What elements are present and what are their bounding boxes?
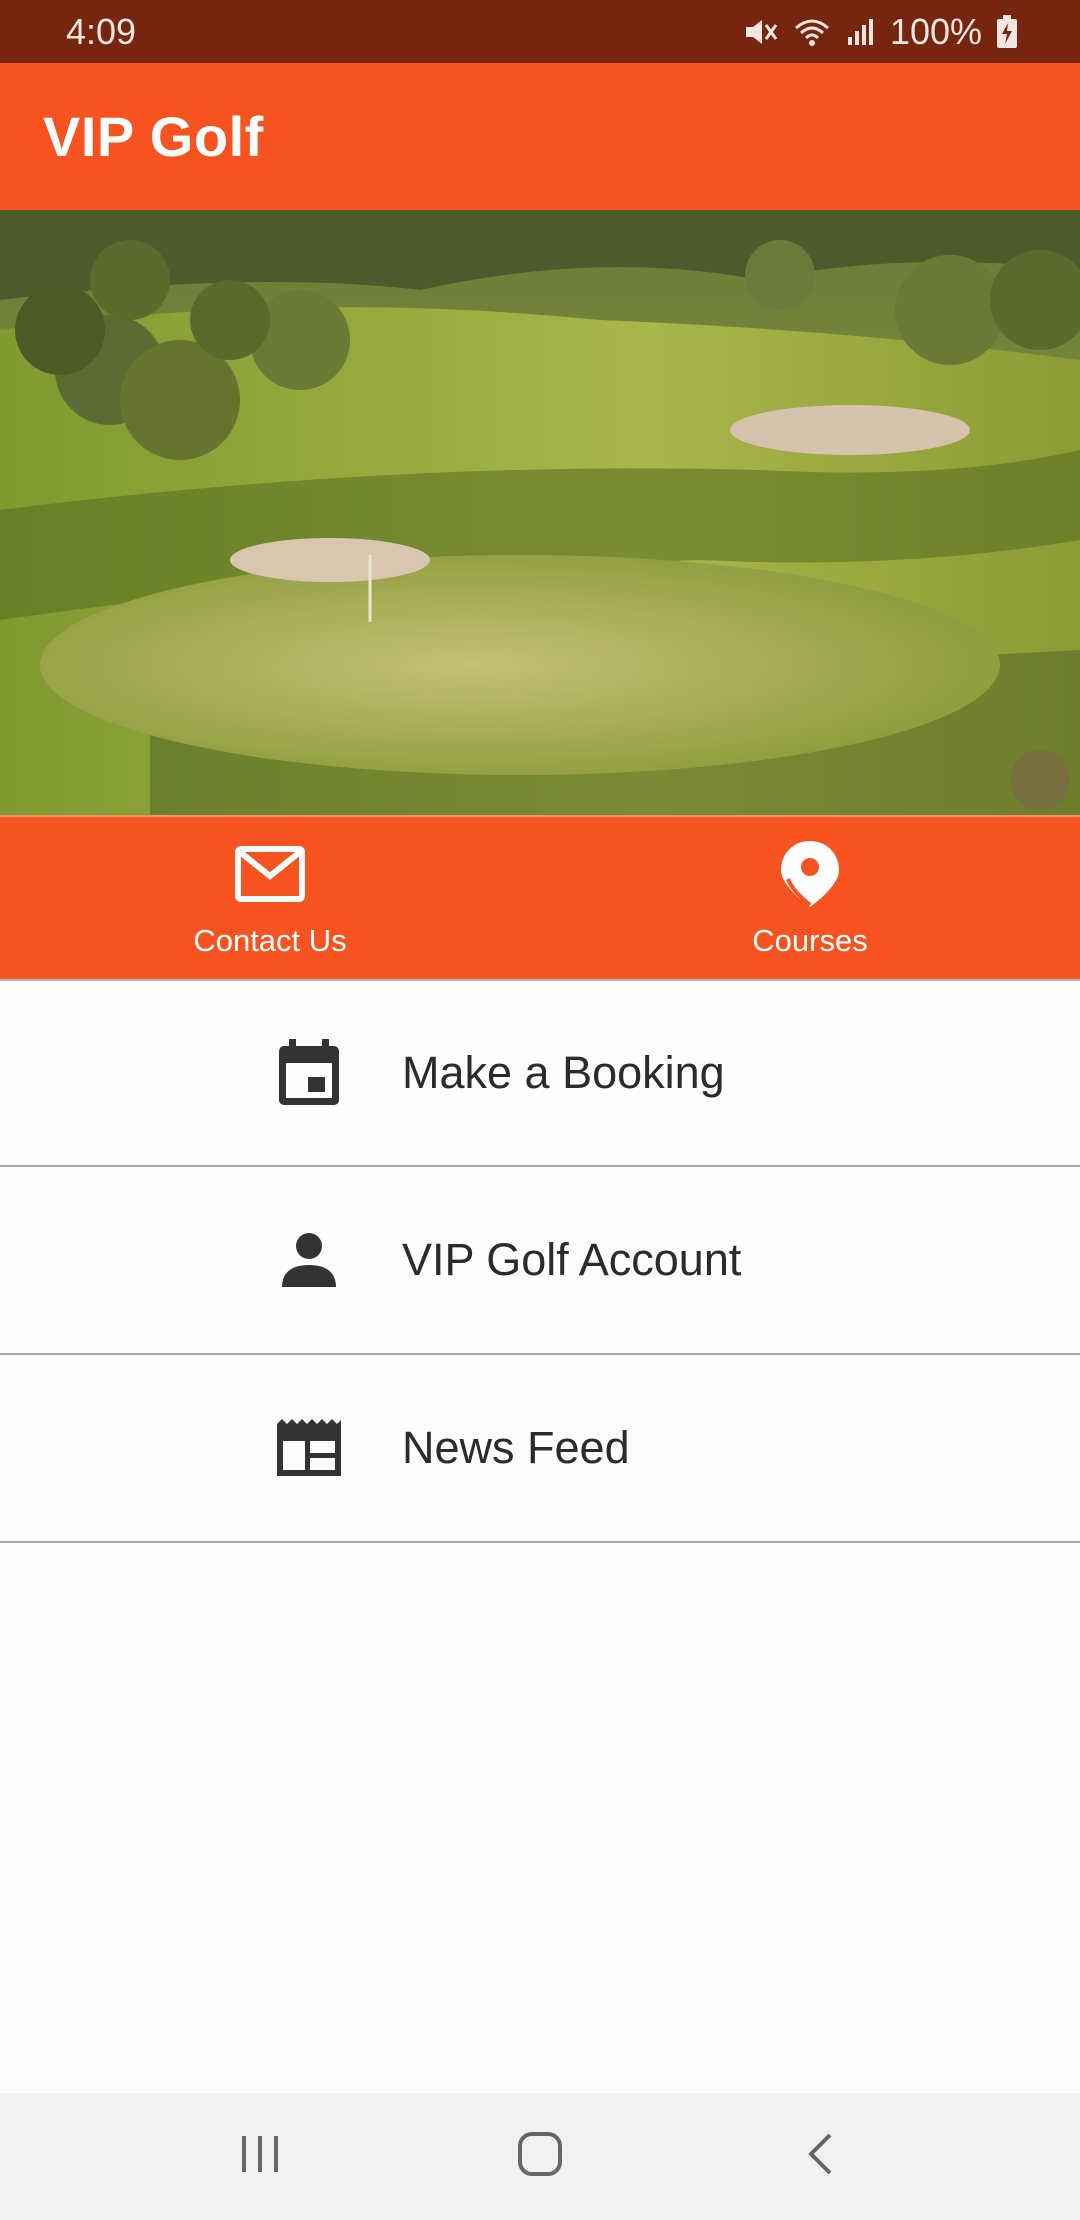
home-button[interactable] (480, 2112, 600, 2202)
recent-apps-icon (239, 2134, 281, 2179)
app-bar: VIP Golf (0, 63, 1080, 210)
recent-apps-button[interactable] (200, 2112, 320, 2202)
quick-actions-bar: Contact Us Courses (0, 815, 1080, 979)
person-icon (259, 1232, 359, 1288)
contact-us-button[interactable]: Contact Us (0, 817, 540, 979)
golf-course-photo (0, 210, 1080, 815)
courses-label: Courses (752, 923, 868, 958)
mute-icon (742, 16, 778, 48)
signal-icon (846, 17, 876, 47)
main-menu: Make a Booking VIP Golf Account News Fee… (0, 979, 1080, 1543)
news-feed-label: News Feed (402, 1422, 630, 1473)
status-icons: 100% (742, 11, 1018, 53)
system-nav-bar (0, 2093, 1080, 2220)
courses-button[interactable]: Courses (540, 817, 1080, 979)
battery-charging-icon (996, 14, 1018, 49)
vip-golf-account-label: VIP Golf Account (402, 1234, 742, 1285)
newspaper-icon (259, 1418, 359, 1478)
back-icon (805, 2132, 835, 2181)
vip-golf-account-item[interactable]: VIP Golf Account (0, 1167, 1080, 1355)
app-title: VIP Golf (43, 105, 264, 168)
calendar-icon (259, 1039, 359, 1107)
news-feed-item[interactable]: News Feed (0, 1355, 1080, 1543)
contact-us-label: Contact Us (193, 923, 347, 958)
status-bar: 4:09 100% (0, 0, 1080, 63)
make-booking-item[interactable]: Make a Booking (0, 979, 1080, 1167)
battery-percent: 100% (889, 10, 982, 52)
hero-image (0, 210, 1080, 815)
back-button[interactable] (760, 2112, 880, 2202)
status-time: 4:09 (66, 10, 137, 52)
make-booking-label: Make a Booking (402, 1047, 725, 1098)
location-pin-icon (778, 839, 842, 909)
wifi-icon (792, 16, 832, 48)
mail-icon (235, 839, 305, 909)
home-icon (517, 2131, 563, 2182)
